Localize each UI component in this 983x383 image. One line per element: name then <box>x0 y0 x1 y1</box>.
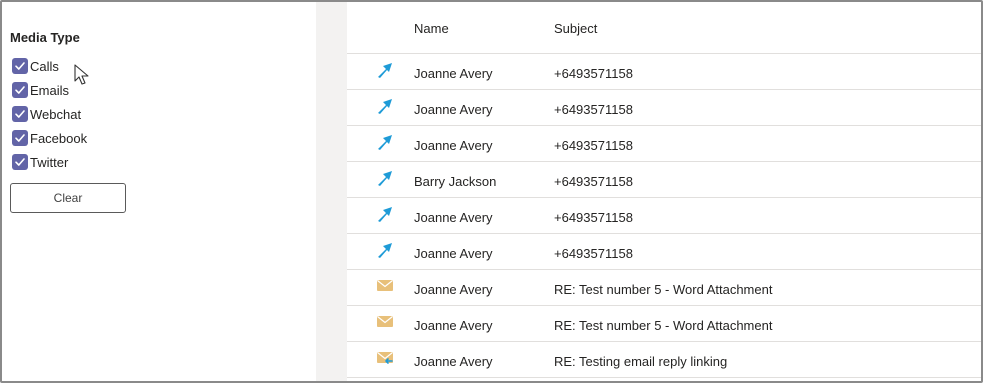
row-name: Joanne Avery <box>414 138 493 153</box>
row-subject: RE: Test number 5 - Word Attachment <box>554 282 773 297</box>
column-header-subject[interactable]: Subject <box>554 21 597 36</box>
checkbox-checked-icon[interactable] <box>12 58 28 74</box>
table-row[interactable]: Barry Jackson +6493571158 <box>347 162 981 198</box>
filter-option-webchat[interactable]: Webchat <box>12 102 87 126</box>
row-name: Joanne Avery <box>414 210 493 225</box>
row-subject: +6493571158 <box>554 102 633 117</box>
filter-option-facebook[interactable]: Facebook <box>12 126 87 150</box>
mouse-pointer-icon <box>74 64 89 85</box>
filter-option-label: Webchat <box>30 106 82 122</box>
checkbox-checked-icon[interactable] <box>12 154 28 170</box>
row-subject: +6493571158 <box>554 174 633 189</box>
checkbox-checked-icon[interactable] <box>12 82 28 98</box>
row-name: Joanne Avery <box>414 354 493 369</box>
filter-panel: Media Type Calls Emails Webchat Facebook… <box>2 2 318 381</box>
table-row[interactable]: Joanne Avery RE: Test number 5 - Word At… <box>347 306 981 342</box>
table-row[interactable]: Joanne Avery RE: Test number 5 - Word At… <box>347 270 981 306</box>
row-name: Joanne Avery <box>414 102 493 117</box>
call-arrow-icon <box>378 243 392 258</box>
table-row[interactable]: Joanne Avery +6493571158 <box>347 234 981 270</box>
row-subject: +6493571158 <box>554 210 633 225</box>
interaction-list: Name Subject Joanne Avery +6493571158 Jo… <box>347 2 981 381</box>
filter-option-label: Facebook <box>30 130 88 146</box>
filter-option-label: Calls <box>30 58 59 74</box>
panel-separator <box>316 2 347 381</box>
clear-button[interactable]: Clear <box>10 183 126 213</box>
filter-title: Media Type <box>10 30 80 45</box>
call-arrow-icon <box>378 171 392 186</box>
row-name: Joanne Avery <box>414 246 493 261</box>
column-header-name[interactable]: Name <box>414 21 449 36</box>
row-name: Joanne Avery <box>414 318 493 333</box>
row-subject: RE: Testing email reply linking <box>554 354 728 369</box>
table-row[interactable]: Joanne Avery RE: Testing email reply lin… <box>347 342 981 378</box>
list-header: Name Subject <box>347 2 981 54</box>
filter-option-twitter[interactable]: Twitter <box>12 150 87 174</box>
filter-option-label: Twitter <box>30 154 69 170</box>
call-arrow-icon <box>378 207 392 222</box>
call-arrow-icon <box>378 99 392 114</box>
table-row[interactable]: Joanne Avery +6493571158 <box>347 90 981 126</box>
table-row[interactable]: Joanne Avery +6493571158 <box>347 54 981 90</box>
app-window: Media Type Calls Emails Webchat Facebook… <box>0 0 983 383</box>
row-name: Joanne Avery <box>414 66 493 81</box>
envelope-icon <box>377 316 393 327</box>
table-row[interactable]: Joanne Avery +6493571158 <box>347 126 981 162</box>
table-row[interactable]: Joanne Avery +6493571158 <box>347 198 981 234</box>
row-subject: +6493571158 <box>554 246 633 261</box>
envelope-icon <box>377 280 393 291</box>
checkbox-checked-icon[interactable] <box>12 106 28 122</box>
row-name: Barry Jackson <box>414 174 497 189</box>
row-subject: RE: Test number 5 - Word Attachment <box>554 318 773 333</box>
filter-option-label: Emails <box>30 82 70 98</box>
row-subject: +6493571158 <box>554 138 633 153</box>
row-subject: +6493571158 <box>554 66 633 81</box>
call-arrow-icon <box>378 63 392 78</box>
envelope-reply-icon <box>377 352 393 364</box>
call-arrow-icon <box>378 135 392 150</box>
checkbox-checked-icon[interactable] <box>12 130 28 146</box>
row-name: Joanne Avery <box>414 282 493 297</box>
